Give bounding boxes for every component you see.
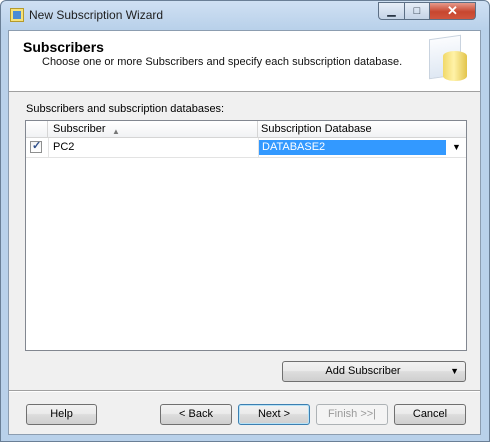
window-title: New Subscription Wizard [29,8,164,22]
database-column-label: Subscription Database [261,123,372,135]
database-column-header[interactable]: Subscription Database [258,121,466,137]
wizard-client-area: Subscribers Choose one or more Subscribe… [8,30,481,435]
close-button[interactable]: ✕ [429,2,476,20]
subscriber-column-label: Subscriber [53,123,106,135]
cancel-button[interactable]: Cancel [394,404,466,425]
title-bar[interactable]: New Subscription Wizard ▁ □ ✕ [1,1,489,31]
wizard-header-panel: Subscribers Choose one or more Subscribe… [9,31,480,92]
minimize-icon: ▁ [387,5,396,17]
add-subscriber-label: Add Subscriber [325,365,401,377]
subscription-database-graphic [427,34,471,85]
back-button[interactable]: < Back [160,404,232,425]
chevron-down-icon[interactable]: ▼ [448,140,465,155]
maximize-button[interactable]: □ [404,2,430,20]
table-row[interactable]: ✓ PC2 DATABASE2 ▼ [26,139,466,156]
select-column-header[interactable] [26,121,48,137]
help-button[interactable]: Help [26,404,97,425]
next-button[interactable]: Next > [238,404,310,425]
page-subtitle: Choose one or more Subscribers and speci… [42,56,403,68]
finish-button[interactable]: Finish >>| [316,404,388,425]
subscriber-checkbox[interactable]: ✓ [30,140,42,153]
subscribers-section-label: Subscribers and subscription databases: [26,103,225,115]
subscriber-column-header[interactable]: Subscriber ▲ [48,121,258,137]
subscriber-cell: PC2 [53,141,75,153]
subscribers-grid[interactable]: Subscriber ▲ Subscription Database ✓ PC2… [25,120,467,351]
close-icon: ✕ [447,3,458,18]
wizard-app-icon [10,8,24,22]
wizard-window: New Subscription Wizard ▁ □ ✕ Subscriber… [0,0,490,442]
chevron-down-icon: ▼ [450,366,459,376]
page-title: Subscribers [23,39,104,55]
subscription-database-combo[interactable]: DATABASE2 ▼ [259,140,466,155]
grid-header: Subscriber ▲ Subscription Database [26,121,466,138]
sort-ascending-icon: ▲ [112,127,120,136]
subscription-database-value[interactable]: DATABASE2 [259,140,446,155]
maximize-icon: □ [413,5,421,17]
minimize-button[interactable]: ▁ [378,2,405,20]
add-subscriber-button[interactable]: Add Subscriber ▼ [282,361,466,382]
checkmark-icon: ✓ [32,140,42,152]
